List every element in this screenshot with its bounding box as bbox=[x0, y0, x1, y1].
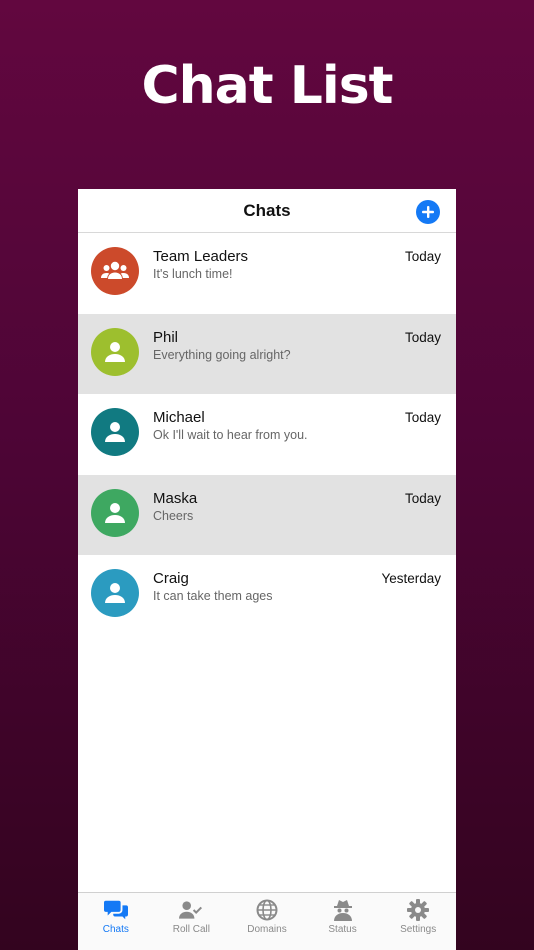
plus-icon bbox=[422, 206, 434, 218]
tab-label: Status bbox=[328, 924, 357, 935]
tab-label: Chats bbox=[102, 924, 129, 935]
chat-name: Team Leaders bbox=[153, 248, 249, 265]
tab-chats[interactable]: Chats bbox=[78, 893, 154, 950]
tab-domains[interactable]: Domains bbox=[229, 893, 305, 950]
tab-bar: Chats Roll Call Domains Status Settings bbox=[78, 892, 456, 950]
chat-time: Yesterday bbox=[381, 571, 441, 586]
chat-message: Ok I'll wait to hear from you. bbox=[153, 428, 308, 442]
chat-time: Today bbox=[404, 249, 441, 264]
tab-label: Domains bbox=[247, 924, 287, 935]
chat-name: Michael bbox=[153, 409, 205, 426]
avatar bbox=[91, 408, 139, 456]
chat-time: Today bbox=[404, 410, 441, 425]
chat-message: Everything going alright? bbox=[153, 347, 291, 362]
chat-time: Today bbox=[404, 329, 441, 345]
chat-row-maska[interactable]: Maska Cheers Today bbox=[78, 474, 456, 555]
avatar bbox=[91, 327, 139, 376]
user-icon bbox=[105, 341, 125, 362]
chat-name: Phil bbox=[153, 328, 179, 346]
promo-title: Chat List bbox=[141, 56, 394, 116]
page-title: Chats bbox=[243, 200, 291, 220]
spy-icon bbox=[333, 900, 352, 921]
new-chat-button[interactable] bbox=[416, 200, 440, 224]
user-check-icon bbox=[179, 901, 203, 919]
avatar bbox=[91, 488, 139, 537]
chat-message: It's lunch time! bbox=[153, 267, 233, 281]
chat-row-phil[interactable]: Phil Everything going alright? Today bbox=[78, 313, 456, 394]
tab-label: Settings bbox=[400, 924, 437, 935]
chat-row-team-leaders[interactable]: Team Leaders It's lunch time! Today bbox=[78, 233, 456, 314]
tab-settings[interactable]: Settings bbox=[380, 893, 456, 950]
user-icon bbox=[105, 502, 125, 523]
chat-time: Today bbox=[404, 490, 441, 506]
avatar bbox=[91, 569, 139, 617]
chat-row-michael[interactable]: Michael Ok I'll wait to hear from you. T… bbox=[78, 394, 456, 475]
chat-name: Craig bbox=[153, 570, 189, 587]
avatar bbox=[91, 247, 139, 295]
navbar: Chats bbox=[78, 189, 456, 233]
gear-icon bbox=[407, 899, 430, 921]
chat-name: Maska bbox=[153, 489, 198, 507]
chat-message: Cheers bbox=[153, 508, 194, 523]
chat-list: Team Leaders It's lunch time! Today Phil… bbox=[78, 233, 456, 636]
user-icon bbox=[105, 422, 125, 442]
tab-roll-call[interactable]: Roll Call bbox=[154, 893, 230, 950]
app-screen: Chats Team Leaders It's lunch time! Toda… bbox=[78, 189, 456, 950]
globe-icon bbox=[256, 899, 278, 921]
chat-bubbles-icon bbox=[103, 900, 128, 920]
group-icon bbox=[101, 261, 129, 279]
chat-row-craig[interactable]: Craig It can take them ages Yesterday bbox=[78, 555, 456, 636]
chat-message: It can take them ages bbox=[153, 589, 273, 603]
tab-status[interactable]: Status bbox=[305, 893, 381, 950]
tab-label: Roll Call bbox=[172, 924, 210, 935]
user-icon bbox=[105, 583, 125, 603]
